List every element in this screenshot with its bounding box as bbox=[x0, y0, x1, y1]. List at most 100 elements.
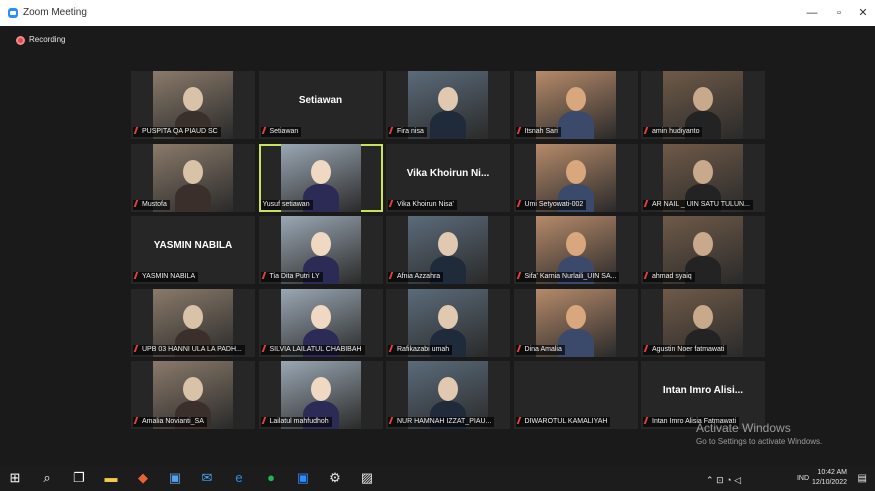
muted-mic-icon bbox=[261, 127, 269, 134]
muted-mic-icon bbox=[643, 127, 652, 134]
participant-display-name: YASMIN NABILA bbox=[153, 240, 233, 251]
participant-display-name: Setiawan bbox=[298, 95, 343, 106]
participant-name: PUSPITA QA PIAUD SC bbox=[142, 128, 218, 135]
meeting-area: Recording PUSPITA QA PIAUD SC Setiawan Set… bbox=[0, 26, 875, 466]
recording-label: Recording bbox=[29, 35, 66, 44]
participant-name: Agustin Noer fatmawati bbox=[652, 345, 725, 353]
participant-tile[interactable]: Afnia Azzahra bbox=[386, 216, 510, 284]
participant-tile[interactable]: amin hudiyanto bbox=[641, 71, 765, 139]
participant-name-label: Dina Amalia bbox=[515, 344, 565, 355]
muted-mic-icon bbox=[261, 272, 269, 279]
participant-tile[interactable]: Itsnah Sari bbox=[513, 71, 638, 139]
task-view-icon[interactable]: ❐ bbox=[72, 471, 86, 485]
participant-name-label: PUSPITA QA PIAUD SC bbox=[133, 127, 221, 137]
participant-tile[interactable]: PUSPITA QA PIAUD SC bbox=[131, 71, 255, 139]
participant-tile[interactable]: Mustofa bbox=[131, 143, 255, 212]
participant-name: amin hudiyanto bbox=[652, 128, 700, 135]
participant-name: UPB 03 HANNI ULA LA PADH... bbox=[142, 345, 242, 353]
participant-tile[interactable]: Dina Amalia bbox=[513, 288, 638, 357]
muted-mic-icon bbox=[133, 344, 142, 352]
participant-display-name: Vika Khoirun Ni... bbox=[406, 167, 490, 179]
participant-name-label: Amalia Novianti_SA bbox=[133, 417, 207, 427]
watermark-subtitle: Go to Settings to activate Windows. bbox=[696, 437, 823, 446]
participant-tile[interactable]: Sifa' Karnia Nurlaili_UIN SA... bbox=[513, 216, 638, 284]
participant-name-label: Lailatul mahfudhoh bbox=[260, 417, 332, 427]
participant-tile[interactable]: AR NAIL _ UIN SATU TULUN... bbox=[641, 143, 765, 212]
muted-mic-icon bbox=[643, 417, 652, 424]
participant-name-label: Mustofa bbox=[133, 199, 170, 210]
participant-tile[interactable]: NUR HAMNAH IZZAT_PIAU... bbox=[386, 361, 510, 429]
zoom-icon[interactable]: ▣ bbox=[296, 471, 310, 485]
participant-name: NUR HAMNAH IZZAT_PIAU... bbox=[397, 418, 492, 425]
participant-name: Umi Setyowati-002 bbox=[524, 200, 584, 208]
participant-tile[interactable]: Yusuf setiawan bbox=[258, 143, 383, 212]
participant-name: Fira nisa bbox=[397, 128, 424, 135]
participant-name: Lailatul mahfudhoh bbox=[269, 418, 329, 425]
store-icon[interactable]: ▣ bbox=[168, 471, 182, 485]
muted-mic-icon bbox=[133, 127, 142, 134]
participant-tile[interactable]: UPB 03 HANNI ULA LA PADH... bbox=[131, 288, 255, 357]
minimize-button[interactable]: — bbox=[802, 4, 822, 22]
settings-icon[interactable]: ⚙ bbox=[328, 471, 342, 485]
participant-name-label: Itsnah Sari bbox=[515, 127, 561, 137]
participant-name: Yusuf setiawan bbox=[262, 200, 310, 208]
muted-mic-icon bbox=[643, 272, 652, 279]
edge-icon[interactable]: e bbox=[232, 471, 246, 485]
participant-tile[interactable]: Setiawan Setiawan bbox=[258, 71, 383, 139]
file-explorer-icon[interactable]: ▬ bbox=[104, 471, 118, 485]
participant-tile[interactable]: DIWAROTUL KAMALIYAH bbox=[513, 361, 638, 429]
activate-windows-watermark: Activate Windows Go to Settings to activ… bbox=[696, 421, 822, 446]
participant-tile[interactable]: Rafikazabi umah bbox=[386, 288, 510, 357]
maximize-button[interactable]: ▫ bbox=[829, 4, 849, 22]
language-indicator[interactable]: IND bbox=[797, 475, 809, 482]
muted-mic-icon bbox=[643, 344, 652, 352]
participant-name-label: Setiawan bbox=[260, 127, 302, 137]
mail-icon[interactable]: ✉ bbox=[200, 471, 214, 485]
participant-name: YASMIN NABILA bbox=[142, 273, 196, 280]
participant-tile[interactable]: Agustin Noer fatmawati bbox=[641, 288, 765, 357]
participant-name: Vika Khoirun Nisa' bbox=[397, 200, 454, 208]
spotify-icon[interactable]: ● bbox=[264, 471, 278, 485]
participant-tile[interactable]: Fira nisa bbox=[386, 71, 510, 139]
office-icon[interactable]: ◆ bbox=[136, 471, 150, 485]
taskbar: ⊞ ⌕ ❐ ▬ ◆ ▣ ✉ e ● ▣ ⚙ ▨ ⌃ ⊡ ◔ ◁ IND 10:42 AM 12/10/… bbox=[0, 466, 875, 491]
photos-icon[interactable]: ▨ bbox=[360, 471, 374, 485]
muted-mic-icon bbox=[261, 417, 269, 424]
participant-tile[interactable]: YASMIN NABILA YASMIN NABILA bbox=[131, 216, 255, 284]
participant-name: Tia Dita Putri LY bbox=[269, 273, 320, 280]
muted-mic-icon bbox=[516, 199, 524, 207]
participant-name: AR NAIL _ UIN SATU TULUN... bbox=[652, 200, 750, 208]
muted-mic-icon bbox=[516, 272, 524, 279]
participant-name-label: Yusuf setiawan bbox=[260, 199, 313, 210]
search-icon[interactable]: ⌕ bbox=[40, 471, 54, 485]
participant-tile[interactable]: Lailatul mahfudhoh bbox=[258, 361, 383, 429]
clock-time[interactable]: 10:42 AM bbox=[817, 469, 847, 476]
muted-mic-icon bbox=[133, 417, 142, 424]
recording-icon bbox=[16, 36, 25, 45]
participant-tile[interactable]: SILVIA LAILATUL CHABIBAH bbox=[258, 288, 383, 357]
participant-name-label: Umi Setyowati-002 bbox=[515, 199, 587, 210]
participant-name-label: Afnia Azzahra bbox=[388, 272, 444, 282]
participant-tile[interactable]: Intan Imro Alisi... Intan Imro Alisia Fat… bbox=[641, 361, 765, 429]
close-button[interactable]: ✕ bbox=[853, 4, 873, 22]
watermark-title: Activate Windows bbox=[696, 421, 791, 435]
participant-tile[interactable]: ahmad syaiq bbox=[641, 216, 765, 284]
participant-name-label: DIWAROTUL KAMALIYAH bbox=[515, 417, 611, 427]
participant-display-name: Intan Imro Alisi... bbox=[662, 385, 744, 396]
participant-tile[interactable]: Vika Khoirun Ni... Vika Khoirun Nisa' bbox=[386, 143, 510, 212]
participant-tile[interactable]: Amalia Novianti_SA bbox=[131, 361, 255, 429]
participant-name: SILVIA LAILATUL CHABIBAH bbox=[269, 345, 362, 353]
participant-name-label: amin hudiyanto bbox=[643, 127, 703, 137]
participant-name: Mustofa bbox=[142, 200, 167, 208]
participant-name-label: Fira nisa bbox=[388, 127, 427, 137]
participant-tile[interactable]: Umi Setyowati-002 bbox=[513, 143, 638, 212]
tray-arrows-icon[interactable]: ⌃ ⊡ ◔ ◁ bbox=[706, 475, 741, 486]
clock-date[interactable]: 12/10/2022 bbox=[812, 479, 847, 486]
participant-name: Setiawan bbox=[269, 128, 299, 135]
windows-start-icon[interactable]: ⊞ bbox=[8, 471, 22, 485]
notification-icon[interactable]: ▤ bbox=[858, 473, 867, 484]
participant-tile[interactable]: Tia Dita Putri LY bbox=[258, 216, 383, 284]
participant-name-label: Tia Dita Putri LY bbox=[260, 272, 323, 282]
participant-name: ahmad syaiq bbox=[652, 273, 692, 280]
muted-mic-icon bbox=[388, 417, 397, 424]
